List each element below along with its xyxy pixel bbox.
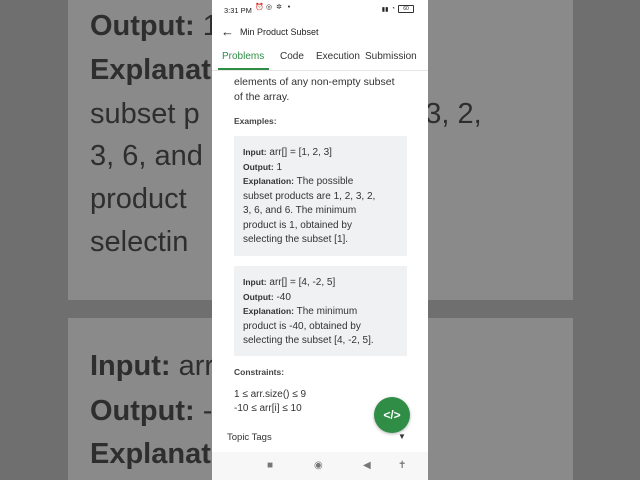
- example-1-box: Input: arr[] = [1, 2, 3] Output: 1 Expla…: [234, 136, 407, 256]
- intro-line-1: elements of any non-empty subset: [234, 76, 395, 88]
- example-2-box: Input: arr[] = [4, -2, 5] Output: -40 Ex…: [234, 266, 407, 356]
- accessibility-icon[interactable]: ✝: [398, 460, 406, 471]
- back-nav-icon[interactable]: ◀: [363, 460, 371, 471]
- tab-execution[interactable]: Execution: [316, 51, 360, 62]
- code-editor-fab[interactable]: </>: [374, 397, 410, 433]
- example-1-output: Output: 1: [243, 162, 283, 173]
- problem-content: elements of any non-empty subset of the …: [212, 70, 428, 452]
- bg-line-0: Output: 1: [90, 10, 219, 42]
- status-icons: ⏰ ◎ ✲ •: [255, 4, 293, 12]
- example-1-input: Input: arr[] = [1, 2, 3]: [243, 147, 332, 158]
- status-time: 3:31 PM: [224, 6, 252, 15]
- bg-line-7: Output: -4: [90, 395, 229, 427]
- whatsapp-icon: ◎: [265, 4, 273, 11]
- app-bar: ← Min Product Subset: [212, 20, 428, 44]
- tab-code[interactable]: Code: [280, 51, 304, 62]
- example-2-output: Output: -40: [243, 292, 291, 303]
- status-right: ▮▮ ◔ 60: [382, 5, 414, 13]
- example-2-input: Input: arr[] = [4, -2, 5]: [243, 277, 336, 288]
- tab-problems[interactable]: Problems: [222, 51, 264, 62]
- status-bar: 3:31 PM ⏰ ◎ ✲ • ▮▮ ◔ 60: [212, 0, 428, 20]
- bg-line-6: Input: arr: [90, 350, 215, 382]
- wifi-icon: ◔: [391, 6, 395, 12]
- tab-submission[interactable]: Submission: [365, 51, 417, 62]
- example-2-explanation: Explanation: The minimum product is -40,…: [243, 306, 374, 346]
- battery-icon: 60: [398, 5, 414, 13]
- example-1-explanation: Explanation: The possible subset product…: [243, 176, 376, 245]
- signal-icon: ▮▮: [381, 6, 389, 13]
- phone-screen: 3:31 PM ⏰ ◎ ✲ • ▮▮ ◔ 60 ← Min Product Su…: [212, 0, 428, 480]
- intro-line-2: of the array.: [234, 91, 290, 103]
- topic-tags-header[interactable]: Topic Tags: [227, 432, 272, 443]
- alarm-icon: ⏰: [255, 4, 264, 11]
- chevron-down-icon[interactable]: ▼: [398, 432, 406, 441]
- recents-icon[interactable]: ■: [267, 460, 273, 471]
- dot-icon: •: [287, 4, 291, 11]
- home-icon[interactable]: ◉: [314, 460, 323, 471]
- examples-heading: Examples:: [234, 116, 277, 126]
- constraint-2: -10 ≤ arr[i] ≤ 10: [234, 403, 302, 414]
- tab-bar: Problems Code Execution Submission: [212, 44, 428, 71]
- settings-icon: ✲: [276, 4, 282, 11]
- back-arrow-icon[interactable]: ←: [221, 24, 234, 39]
- constraints-heading: Constraints:: [234, 367, 285, 377]
- system-nav-bar: ■ ◉ ◀ ✝: [212, 452, 428, 480]
- bg-line-8: Explanati: [90, 438, 219, 470]
- constraint-1: 1 ≤ arr.size() ≤ 9: [234, 389, 307, 400]
- page-title: Min Product Subset: [240, 27, 319, 37]
